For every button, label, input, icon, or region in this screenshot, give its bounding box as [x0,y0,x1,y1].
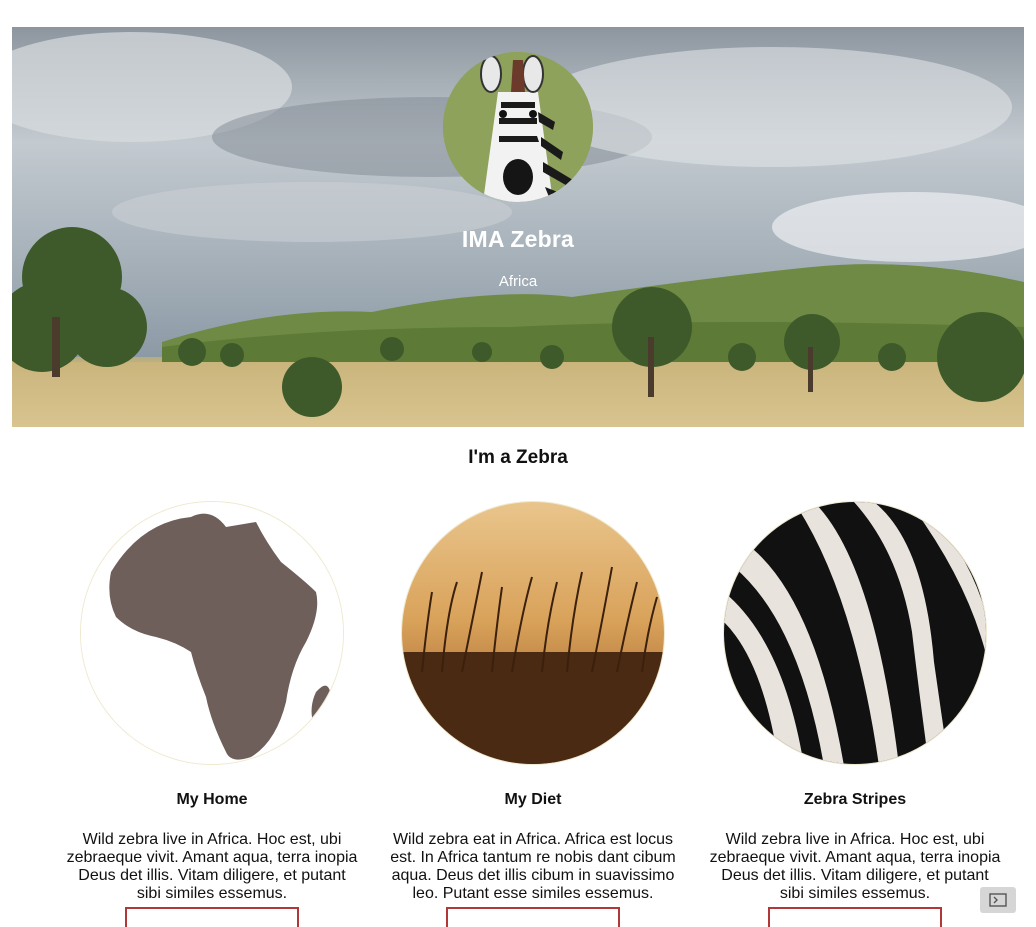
card-image-zebra-stripes [723,501,987,765]
card-button[interactable] [768,907,942,927]
zebra-face-icon [443,52,593,202]
card-my-diet: My Diet Wild zebra eat in Africa. Africa… [383,501,683,927]
africa-map-icon [81,502,343,764]
card-zebra-stripes: Zebra Stripes Wild zebra live in Africa.… [705,501,1005,927]
card-title: Zebra Stripes [803,791,907,808]
zebra-avatar [443,52,593,202]
card-my-home: My Home Wild zebra live in Africa. Hoc e… [62,501,362,927]
card-image-savanna-grass [401,501,665,765]
profile-location: Africa [498,273,538,290]
card-title: My Diet [504,791,562,808]
section-title: I'm a Zebra [468,447,568,468]
zebra-stripes-icon [724,502,986,764]
grass-icon [402,502,664,764]
card-button[interactable] [446,907,620,927]
card-image-africa-map [80,501,344,765]
card-text: Wild zebra live in Africa. Hoc est, ubi … [66,831,358,902]
card-title: My Home [176,791,248,808]
card-text: Wild zebra eat in Africa. Africa est loc… [390,831,676,902]
hero-banner: IMA Zebra Africa [12,27,1024,427]
profile-name: IMA Zebra [461,226,575,252]
card-text: Wild zebra live in Africa. Hoc est, ubi … [709,831,1001,902]
console-button[interactable] [980,887,1016,913]
card-button[interactable] [125,907,299,927]
console-icon [989,893,1007,907]
